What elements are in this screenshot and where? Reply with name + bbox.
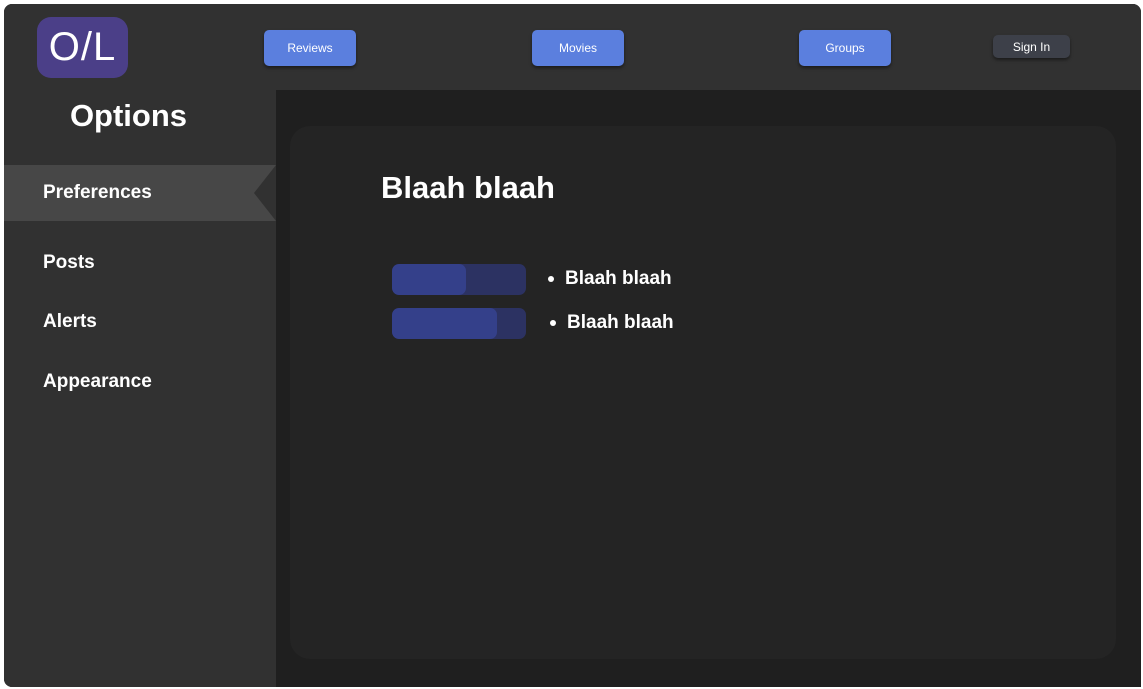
sidebar: Options Preferences Posts Alerts Appeara… [4, 90, 276, 687]
bullet-icon [548, 276, 554, 282]
sidebar-item-label: Appearance [43, 371, 152, 392]
preference-row: Blaah blaah [392, 263, 672, 295]
nav-reviews-button[interactable]: Reviews [264, 30, 356, 66]
preference-slider[interactable] [392, 307, 526, 339]
sidebar-item-label: Posts [43, 252, 95, 273]
page-title: Blaah blaah [381, 170, 555, 205]
sidebar-item-preferences[interactable]: Preferences [4, 165, 276, 221]
preference-row: Blaah blaah [392, 307, 674, 339]
active-indicator [254, 165, 276, 221]
sign-in-button[interactable]: Sign In [993, 35, 1070, 58]
nav-groups-button[interactable]: Groups [799, 30, 891, 66]
preference-slider[interactable] [392, 263, 526, 295]
top-bar: O/L Reviews Movies Groups Sign In [4, 4, 1141, 90]
slider-fill [392, 263, 466, 295]
logo[interactable]: O/L [37, 17, 128, 78]
preference-label: Blaah blaah [567, 312, 674, 333]
sidebar-title: Options [69, 98, 188, 133]
bullet-icon [550, 320, 556, 326]
sidebar-item-label: Preferences [43, 182, 152, 203]
sidebar-item-alerts[interactable]: Alerts [4, 294, 276, 350]
content-panel: Blaah blaah Blaah blaah Blaah blaah [290, 126, 1116, 659]
sidebar-item-label: Alerts [43, 311, 97, 332]
sidebar-item-appearance[interactable]: Appearance [4, 354, 276, 410]
app-window: O/L Reviews Movies Groups Sign In Option… [4, 4, 1141, 687]
preference-label: Blaah blaah [565, 268, 672, 289]
sidebar-item-posts[interactable]: Posts [4, 235, 276, 291]
slider-fill [392, 307, 497, 339]
nav-movies-button[interactable]: Movies [532, 30, 624, 66]
